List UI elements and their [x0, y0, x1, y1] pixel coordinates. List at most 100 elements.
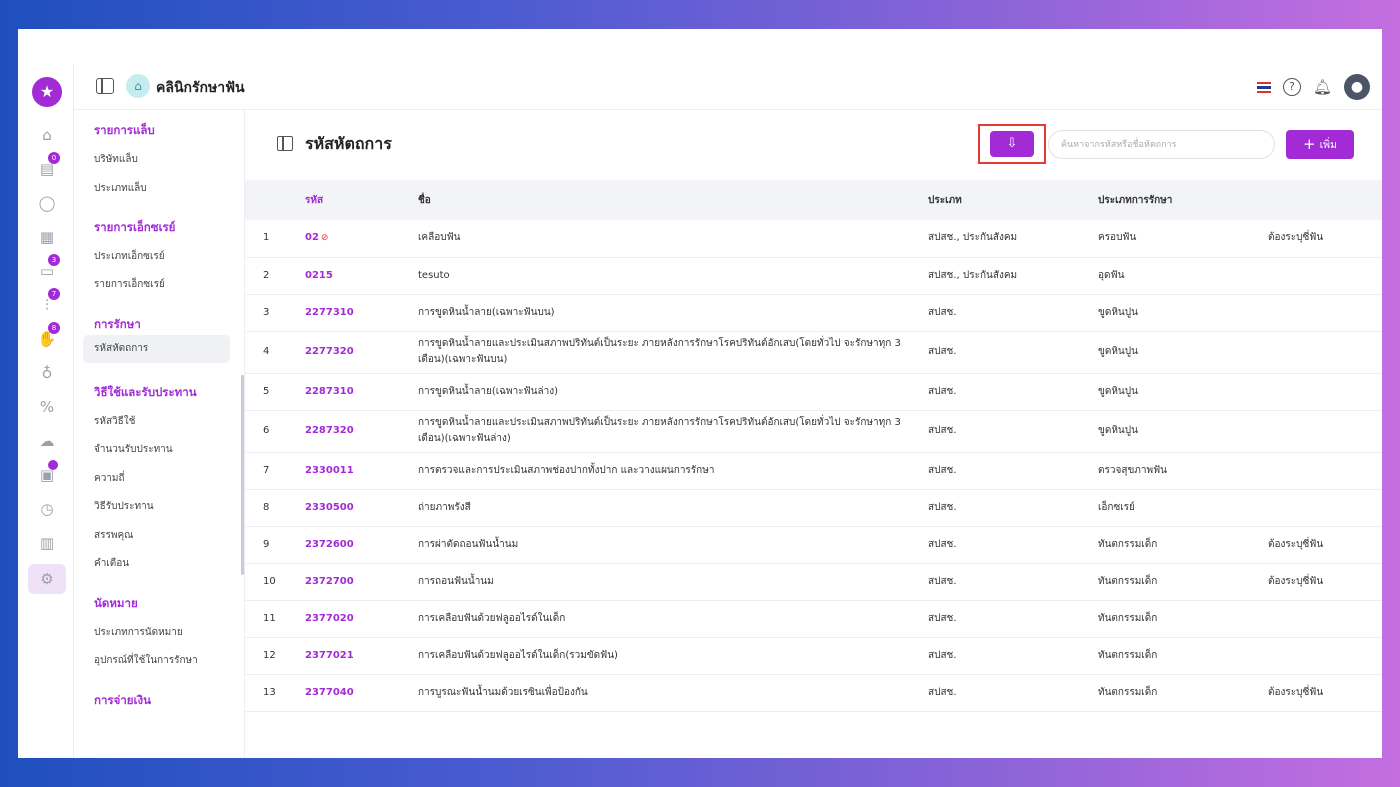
row-code[interactable]: 2277320	[305, 331, 418, 374]
row-extra	[1268, 294, 1382, 332]
row-code[interactable]: 2277310	[305, 294, 418, 332]
percent-icon[interactable]: %	[36, 396, 58, 418]
table-row[interactable]: 4 2277320 การขูดหินน้ำลายและประเมินสภาพป…	[245, 331, 1382, 374]
plus-icon: +	[1302, 135, 1316, 153]
add-button-label: เพิ่ม	[1319, 139, 1337, 151]
row-number: 3	[245, 294, 305, 332]
row-number: 8	[245, 489, 305, 527]
board-icon[interactable]: ▦	[36, 226, 58, 248]
row-code[interactable]: 2287320	[305, 410, 418, 453]
tooth-icon[interactable]: ♁	[36, 362, 58, 384]
row-code[interactable]: 2377040	[305, 674, 418, 712]
row-treatment: ขูดหินปูน	[1098, 410, 1268, 453]
clock-icon[interactable]: ◷	[36, 498, 58, 520]
box-icon[interactable]: ▣	[36, 460, 58, 486]
sidebar-item-procedure-code[interactable]: รหัสหัตถการ	[83, 335, 230, 363]
row-code[interactable]: 2330500	[305, 489, 418, 527]
cloud-icon[interactable]: ☁	[36, 430, 58, 452]
row-extra: ต้องระบุซี่ฟัน	[1268, 220, 1382, 258]
table-row[interactable]: 2 0215 tesuto สปสช., ประกันสังคม อุดฟัน	[245, 257, 1382, 295]
table-row[interactable]: 5 2287310 การขูดหินน้ำลาย(เฉพาะฟันล่าง) …	[245, 373, 1382, 411]
row-number: 12	[245, 637, 305, 675]
calendar-icon[interactable]: ▤ 0	[36, 152, 60, 180]
col-header-type[interactable]: ประเภท	[928, 180, 1098, 220]
user-icon[interactable]: ◯	[36, 192, 58, 214]
col-header-code[interactable]: รหัส	[305, 180, 418, 220]
table-row[interactable]: 13 2377040 การบูรณะฟันน้ำนมด้วยเรซินเพื่…	[245, 674, 1382, 712]
sidebar-item-frequency[interactable]: ความถี่	[94, 471, 125, 486]
bed-icon[interactable]: ▭ 3	[36, 254, 60, 282]
row-treatment: เอ็กซเรย์	[1098, 489, 1268, 527]
sidebar-item-dose-amount[interactable]: จำนวนรับประทาน	[94, 442, 173, 457]
row-treatment: ขูดหินปูน	[1098, 294, 1268, 332]
table-row[interactable]: 8 2330500 ถ่ายภาพรังสี สปสช. เอ็กซเรย์	[245, 489, 1382, 527]
sidebar-item-equipment[interactable]: อุปกรณ์ที่ใช้ในการรักษา	[94, 653, 198, 668]
hand-icon[interactable]: ✋ 8	[36, 322, 60, 350]
main-content: รหัสหัตถการ ⇩ +เพิ่ม รหัส ชื่อ	[245, 110, 1382, 758]
sidebar-scrollbar[interactable]	[241, 375, 244, 575]
row-treatment: ครอบฟัน	[1098, 220, 1268, 258]
row-name: การบูรณะฟันน้ำนมด้วยเรซินเพื่อป้องกัน	[418, 674, 928, 712]
row-type: สปสช.	[928, 489, 1098, 527]
row-code[interactable]: 2330011	[305, 452, 418, 490]
row-code[interactable]: 2377021	[305, 637, 418, 675]
sidebar-item-appointment-type[interactable]: ประเภทการนัดหมาย	[94, 625, 183, 640]
row-code-cell[interactable]: 02 ⊘	[305, 220, 418, 258]
settings-icon[interactable]: ⚙	[36, 568, 58, 590]
table-row[interactable]: 11 2377020 การเคลือบฟันด้วยฟลูออไรด์ในเด…	[245, 600, 1382, 638]
bell-icon[interactable]: 🔔︎	[1313, 78, 1332, 96]
table-row[interactable]: 1 02 ⊘ เคลือบฟัน สปสช., ประกันสังคม ครอบฟ…	[245, 220, 1382, 258]
table-row[interactable]: 12 2377021 การเคลือบฟันด้วยฟลูออไรด์ในเด…	[245, 637, 1382, 675]
sidebar-item-xray-type[interactable]: ประเภทเอ็กซเรย์	[94, 249, 165, 264]
sidebar-toggle-icon[interactable]	[96, 78, 114, 94]
sidebar-item-take-method[interactable]: วิธีรับประทาน	[94, 499, 154, 514]
row-type: สปสช.	[928, 410, 1098, 453]
row-name: ถ่ายภาพรังสี	[418, 489, 928, 527]
sidebar-item-usage-code[interactable]: รหัสวิธีใช้	[94, 414, 135, 429]
row-code[interactable]: 02	[305, 232, 319, 243]
sidebar-item-lab-company[interactable]: บริษัทแล็บ	[94, 152, 138, 167]
export-button[interactable]: ⇩	[990, 131, 1034, 157]
row-code[interactable]: 2372600	[305, 526, 418, 564]
add-button[interactable]: + เพิ่ม	[1286, 130, 1354, 159]
help-icon[interactable]: ?	[1282, 78, 1301, 96]
table-row[interactable]: 10 2372700 การถอนฟันน้ำนม สปสช. ทันตกรรม…	[245, 563, 1382, 601]
clinic-name: คลินิกรักษาฟัน	[156, 80, 245, 96]
thai-flag-icon[interactable]	[1256, 81, 1271, 93]
row-type: สปสช., ประกันสังคม	[928, 220, 1098, 258]
row-name: การตรวจและการประเมินสภาพช่องปากทั้งปาก แ…	[418, 452, 928, 490]
home-icon[interactable]: ⌂	[36, 124, 58, 146]
panel-icon[interactable]	[277, 136, 293, 151]
row-number: 13	[245, 674, 305, 712]
row-name: การถอนฟันน้ำนม	[418, 563, 928, 601]
table-row[interactable]: 3 2277310 การขูดหินน้ำลาย(เฉพาะฟันบน) สป…	[245, 294, 1382, 332]
row-code[interactable]: 2372700	[305, 563, 418, 601]
row-type: สปสช.	[928, 294, 1098, 332]
tools-icon[interactable]: ⫶ 7	[36, 288, 60, 316]
top-right-actions: ? 🔔︎ ●	[1256, 74, 1370, 100]
row-name: การขูดหินน้ำลายและประเมินสภาพปริทันต์เป็…	[418, 410, 928, 453]
table-row[interactable]: 6 2287320 การขูดหินน้ำลายและประเมินสภาพป…	[245, 410, 1382, 453]
section-heading-usage: วิธีใช้และรับประทาน	[94, 385, 197, 399]
sidebar-item-xray-list[interactable]: รายการเอ็กซเรย์	[94, 277, 165, 292]
sidebar-item-lab-type[interactable]: ประเภทแล็บ	[94, 181, 147, 196]
col-header-name[interactable]: ชื่อ	[418, 180, 928, 220]
row-code[interactable]: 0215	[305, 257, 418, 295]
row-extra	[1268, 637, 1382, 675]
row-code[interactable]: 2377020	[305, 600, 418, 638]
row-treatment: อุดฟัน	[1098, 257, 1268, 295]
row-code[interactable]: 2287310	[305, 373, 418, 411]
avatar[interactable]: ●	[1344, 74, 1370, 100]
row-type: สปสช.	[928, 373, 1098, 411]
row-number: 4	[245, 331, 305, 374]
procedure-table: รหัส ชื่อ ประเภท ประเภทการรักษา 1 02 ⊘ เค…	[245, 180, 1382, 758]
table-row[interactable]: 9 2372600 การผ่าตัดถอนฟันน้ำนม สปสช. ทัน…	[245, 526, 1382, 564]
table-row[interactable]: 7 2330011 การตรวจและการประเมินสภาพช่องปา…	[245, 452, 1382, 490]
row-type: สปสช., ประกันสังคม	[928, 257, 1098, 295]
search-input[interactable]	[1048, 130, 1275, 159]
star-icon[interactable]: ★	[32, 77, 62, 107]
chart-icon[interactable]: ▥	[36, 532, 58, 554]
col-header-treatment[interactable]: ประเภทการรักษา	[1098, 180, 1268, 220]
sidebar-item-warning[interactable]: คำเตือน	[94, 556, 129, 571]
sidebar-item-properties[interactable]: สรรพคุณ	[94, 528, 133, 543]
